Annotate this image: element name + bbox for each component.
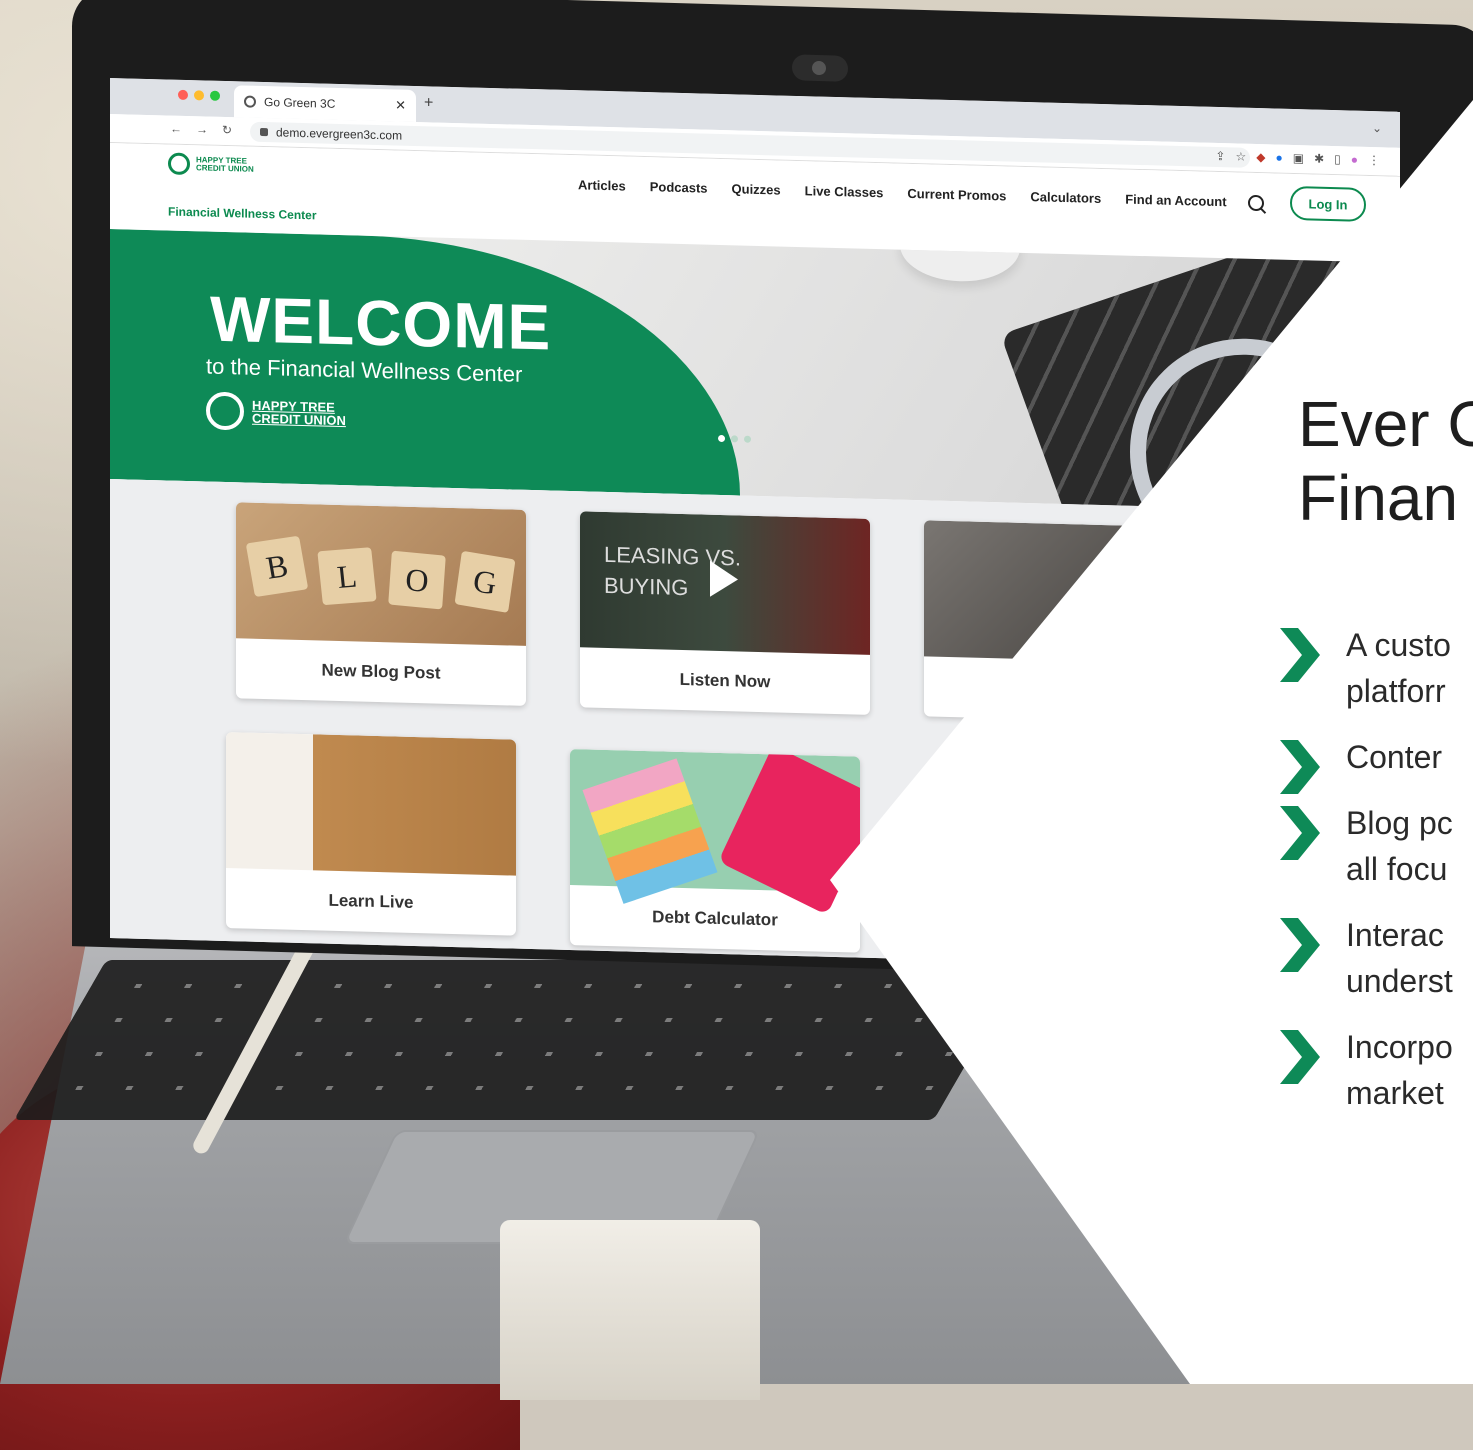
webcam-icon: [792, 54, 848, 82]
card-blog[interactable]: B L O G New Blog Post: [236, 502, 526, 706]
carousel-dot[interactable]: [731, 435, 738, 443]
browser-tab[interactable]: Go Green 3C ✕: [234, 85, 416, 123]
laptop-keyboard: [13, 960, 1027, 1120]
list-item: market: [1346, 1075, 1444, 1111]
video-thumbnail: LEASING VS. BUYING: [580, 511, 870, 655]
avatar[interactable]: ●: [1351, 152, 1358, 166]
maximize-window-icon[interactable]: [210, 90, 220, 101]
tab-title: Go Green 3C: [264, 95, 336, 111]
list-item: A custo: [1280, 622, 1473, 682]
brand-text: HAPPY TREE CREDIT UNION: [196, 155, 254, 174]
hero-title: WELCOME: [210, 282, 552, 364]
carousel-dots: [718, 434, 751, 443]
feature-list: A custo platforr Conter Blog pc all focu…: [1280, 622, 1473, 1136]
puzzle-icon[interactable]: ✱: [1314, 152, 1324, 166]
tile: B: [245, 535, 309, 598]
window-controls: [178, 89, 220, 101]
carousel-dot[interactable]: [744, 435, 751, 443]
drop-icon[interactable]: ●: [1275, 151, 1282, 165]
notepad: [500, 1220, 760, 1400]
tile: L: [317, 547, 377, 606]
star-icon[interactable]: ☆: [1235, 149, 1246, 163]
card-debt-calculator[interactable]: Debt Calculator: [570, 749, 860, 953]
card-label: Learn Live: [328, 890, 414, 912]
hero-logo-text: HAPPY TREE CREDIT UNION: [252, 397, 346, 429]
nav-calculators[interactable]: Calculators: [1030, 189, 1101, 206]
laptop-typing-image: [226, 732, 516, 876]
url-text: demo.evergreen3c.com: [276, 125, 403, 143]
chevron-right-icon: [1280, 740, 1320, 794]
chevron-down-icon[interactable]: ⌄: [1372, 121, 1382, 135]
back-icon[interactable]: ←: [170, 122, 182, 136]
nav-current-promos[interactable]: Current Promos: [907, 186, 1006, 204]
globe-icon: [244, 95, 256, 108]
card-listen[interactable]: LEASING VS. BUYING Listen Now: [580, 511, 870, 715]
list-item: platforr: [1346, 673, 1446, 709]
site-logo[interactable]: HAPPY TREE CREDIT UNION: [168, 152, 256, 177]
reload-icon[interactable]: ↻: [222, 123, 232, 137]
minimize-window-icon[interactable]: [194, 90, 204, 101]
lock-icon: [260, 127, 268, 137]
close-tab-icon[interactable]: ✕: [395, 97, 406, 113]
play-icon[interactable]: [710, 560, 738, 598]
nav-articles[interactable]: Articles: [578, 177, 626, 193]
share-icon[interactable]: ⇪: [1215, 149, 1225, 163]
hero-logo: HAPPY TREE CREDIT UNION: [206, 391, 346, 434]
picture-in-picture-icon[interactable]: ▣: [1293, 151, 1304, 165]
card-label: New Blog Post: [321, 660, 441, 683]
main-nav: Articles Podcasts Quizzes Live Classes C…: [578, 177, 1227, 209]
close-window-icon[interactable]: [178, 89, 188, 101]
forward-icon[interactable]: →: [196, 122, 208, 136]
login-button[interactable]: Log In: [1290, 185, 1366, 222]
nav-buttons: ← → ↻: [170, 122, 232, 138]
nav-quizzes[interactable]: Quizzes: [732, 181, 781, 197]
search-icon[interactable]: [1248, 194, 1264, 212]
new-tab-icon[interactable]: +: [424, 94, 433, 112]
kebab-menu-icon[interactable]: ⋮: [1368, 153, 1380, 167]
extension-icon[interactable]: ◆: [1256, 150, 1265, 164]
site-subtitle: Financial Wellness Center: [168, 204, 317, 223]
tile: G: [454, 550, 516, 613]
leaf-logo-icon: [168, 152, 190, 176]
sidebar-icon[interactable]: ▯: [1334, 152, 1341, 166]
list-item: underst: [1346, 963, 1453, 999]
sticky-notes: [582, 758, 718, 904]
leaf-logo-icon: [206, 391, 244, 431]
panel-title: Ever G Finan: [1298, 388, 1473, 534]
list-item: Blog pc: [1280, 800, 1473, 860]
card-label: Listen Now: [679, 669, 771, 692]
calculator-image: [570, 749, 860, 916]
list-item: Interac: [1280, 912, 1473, 972]
list-item: Incorpo: [1280, 1024, 1473, 1084]
card-learn-live[interactable]: Learn Live: [226, 732, 516, 936]
carousel-dot[interactable]: [718, 434, 725, 443]
nav-find-an-account[interactable]: Find an Account: [1125, 192, 1226, 210]
nav-live-classes[interactable]: Live Classes: [805, 183, 884, 200]
list-item: Conter: [1280, 734, 1473, 794]
tile: O: [388, 550, 446, 610]
list-item: all focu: [1346, 851, 1448, 887]
blog-tiles-image: B L O G: [236, 502, 526, 646]
nav-podcasts[interactable]: Podcasts: [650, 179, 708, 196]
